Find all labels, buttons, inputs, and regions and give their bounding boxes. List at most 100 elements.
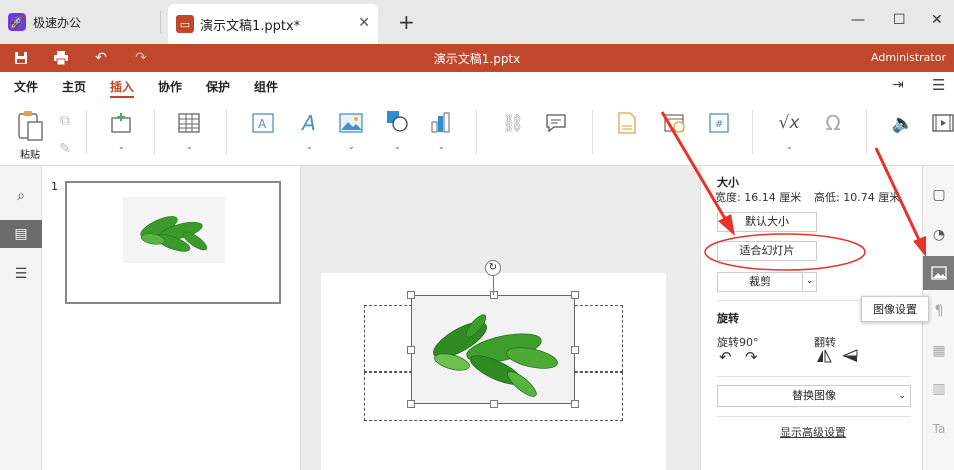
- flip-vertical-icon[interactable]: [842, 349, 858, 366]
- resize-handle[interactable]: [571, 346, 579, 354]
- text-box-icon[interactable]: A: [250, 110, 276, 136]
- menu-protect[interactable]: 保护: [206, 78, 230, 95]
- rotate-handle-icon[interactable]: ↻: [485, 260, 501, 276]
- flip-horizontal-icon[interactable]: [816, 349, 832, 366]
- divider: [717, 376, 911, 377]
- resize-handle[interactable]: [490, 291, 498, 299]
- tab-jisu[interactable]: 🚀 极速办公: [8, 8, 81, 36]
- menu-components[interactable]: 组件: [254, 78, 278, 95]
- ribbon-separator: [226, 110, 227, 154]
- paste-label: 粘贴: [20, 150, 40, 161]
- open-location-icon[interactable]: ⇥: [892, 77, 904, 93]
- comment-icon[interactable]: [544, 110, 570, 136]
- tab-label: 演示文稿1.pptx*: [200, 18, 301, 34]
- chevron-down-icon[interactable]: ⌄: [348, 142, 355, 151]
- ribbon-separator: [592, 110, 593, 154]
- symbol-icon[interactable]: Ω: [820, 110, 846, 136]
- slide-number-icon[interactable]: #: [706, 110, 732, 136]
- tooltip: 图像设置: [861, 296, 929, 322]
- advanced-settings-link[interactable]: 显示高级设置: [780, 424, 846, 440]
- left-sidebar: ⌕ ▤ ☰: [0, 166, 42, 470]
- resize-handle[interactable]: [571, 291, 579, 299]
- fit-slide-button[interactable]: 适合幻灯片: [717, 241, 817, 261]
- crop-button[interactable]: 裁剪: [717, 272, 803, 292]
- menu-file[interactable]: 文件: [14, 78, 38, 95]
- ribbon-separator: [752, 110, 753, 154]
- ribbon-toolbar: 粘贴 ⧉ ✎ ⌄ ⌄ A A ⌄ ⌄ ⌄ ⌄ ⛓ # √x ⌄ Ω 🔈: [0, 100, 954, 166]
- table-icon[interactable]: [176, 110, 202, 136]
- word-art-icon[interactable]: A: [296, 110, 322, 136]
- default-size-button[interactable]: 默认大小: [717, 212, 817, 232]
- paste-button[interactable]: [16, 110, 46, 145]
- equation-icon[interactable]: √x: [776, 110, 802, 136]
- shape-settings-icon[interactable]: ◔: [923, 218, 954, 252]
- minimize-button[interactable]: —: [851, 12, 865, 28]
- replace-image-label: 替换图像: [792, 389, 836, 402]
- rotate-cw-icon[interactable]: ↷: [745, 348, 758, 366]
- chart-icon[interactable]: [428, 110, 454, 136]
- date-time-icon[interactable]: [662, 110, 688, 136]
- table-settings-icon[interactable]: ▦: [923, 334, 954, 368]
- copy-icon[interactable]: ⧉: [52, 108, 78, 134]
- audio-icon[interactable]: 🔈: [890, 110, 916, 136]
- slide[interactable]: ↻: [321, 260, 666, 470]
- image-settings-icon[interactable]: [923, 256, 954, 290]
- user-name[interactable]: Administrator: [871, 51, 946, 64]
- tab-bar: 🚀 极速办公 ▭ 演示文稿1.pptx* ✕ + — ☐ ✕: [0, 0, 954, 44]
- video-icon[interactable]: [930, 110, 954, 136]
- menu-collaborate[interactable]: 协作: [158, 78, 182, 95]
- close-window-button[interactable]: ✕: [931, 12, 943, 28]
- shape-icon[interactable]: [384, 108, 410, 134]
- close-tab-icon[interactable]: ✕: [358, 15, 370, 31]
- hyperlink-icon[interactable]: ⛓: [500, 110, 526, 136]
- tab-divider: [160, 11, 161, 33]
- resize-handle[interactable]: [407, 346, 415, 354]
- menu-home[interactable]: 主页: [62, 78, 86, 95]
- rotate-ccw-icon[interactable]: ↶: [719, 348, 732, 366]
- svg-text:A: A: [258, 117, 267, 131]
- resize-handle[interactable]: [571, 400, 579, 408]
- resize-handle[interactable]: [490, 400, 498, 408]
- replace-image-button[interactable]: 替换图像 ⌄: [717, 385, 911, 407]
- divider: [717, 416, 911, 417]
- image-icon[interactable]: [338, 110, 364, 136]
- comments-icon[interactable]: ☰: [0, 260, 42, 288]
- chevron-down-icon[interactable]: ⌄: [118, 142, 125, 151]
- selected-image[interactable]: [407, 291, 579, 408]
- crop-dropdown-icon[interactable]: ⌄: [802, 272, 817, 292]
- add-slide-icon[interactable]: [108, 110, 134, 136]
- editing-canvas: ↻: [301, 166, 700, 470]
- new-tab-button[interactable]: +: [398, 10, 415, 34]
- format-painter-icon[interactable]: ✎: [52, 136, 78, 162]
- redo-icon[interactable]: ↷: [132, 49, 150, 67]
- resize-handle[interactable]: [407, 291, 415, 299]
- chevron-down-icon[interactable]: ⌄: [438, 142, 445, 151]
- menu-insert[interactable]: 插入: [110, 78, 134, 95]
- slides-panel-icon[interactable]: ▤: [0, 220, 42, 248]
- slide-number: 1: [51, 180, 58, 193]
- chevron-down-icon[interactable]: ⌄: [786, 142, 793, 151]
- slide-thumbnail[interactable]: [65, 181, 281, 304]
- chevron-down-icon[interactable]: ⌄: [306, 142, 313, 151]
- header-footer-icon[interactable]: [614, 110, 640, 136]
- title-bar: 演示文稿1.pptx ↶ ↷ Administrator: [0, 44, 954, 72]
- thumbnail-image: [123, 197, 225, 263]
- tab-label: 极速办公: [33, 15, 82, 30]
- undo-icon[interactable]: ↶: [92, 49, 110, 67]
- print-icon[interactable]: [52, 49, 70, 67]
- tab-document[interactable]: ▭ 演示文稿1.pptx* ✕: [168, 4, 378, 44]
- ribbon-separator: [476, 110, 477, 154]
- resize-handle[interactable]: [407, 400, 415, 408]
- ribbon-separator: [866, 110, 867, 154]
- slide-settings-icon[interactable]: ▢: [923, 178, 954, 212]
- tea-leaves-image: [433, 314, 558, 397]
- chart-settings-icon[interactable]: ▥: [923, 372, 954, 406]
- chevron-down-icon[interactable]: ⌄: [394, 142, 401, 151]
- search-icon[interactable]: ⌕: [0, 182, 42, 210]
- chevron-down-icon[interactable]: ⌄: [186, 142, 193, 151]
- hamburger-menu-icon[interactable]: ☰: [932, 76, 945, 94]
- maximize-button[interactable]: ☐: [893, 12, 906, 28]
- presentation-icon: ▭: [176, 15, 194, 33]
- save-icon[interactable]: [12, 49, 30, 67]
- text-art-settings-icon[interactable]: Ta: [923, 412, 954, 446]
